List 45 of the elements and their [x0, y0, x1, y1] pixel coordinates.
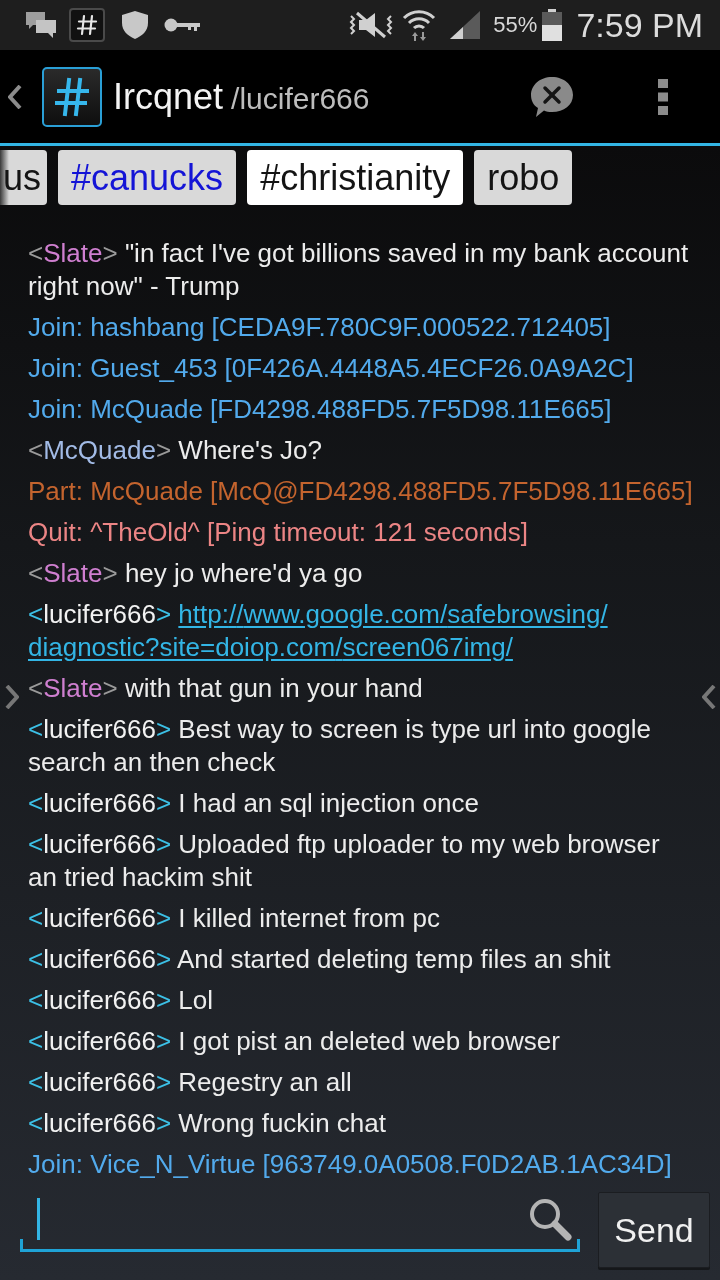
channel-tab[interactable]: #canucks: [58, 150, 237, 205]
app-icon[interactable]: [42, 66, 102, 127]
chat-message: <lucifer666> Best way to screen is type url into google search an then check: [28, 713, 652, 779]
chat-message: <lucifer666> Lol: [28, 984, 215, 1017]
chat-message: <lucifer666> Wrong fuckin chat: [28, 1107, 387, 1140]
clock-time: 7:59 PM: [576, 8, 703, 42]
chat-bubbles-icon: [25, 11, 57, 39]
overflow-menu-icon[interactable]: [658, 78, 668, 115]
join-notice: Join: hashbang [CEDA9F.780C9F.000522.712405]: [28, 311, 612, 344]
join-notice: Join: Vice_N_Virtue [963749.0A0508.F0D2AB.1AC34D]: [28, 1148, 673, 1181]
channel-tab[interactable]: us: [0, 150, 48, 205]
mute-vibrate-icon: [348, 10, 395, 40]
chat-message: <Slate> hey jo where'd ya go: [28, 557, 364, 590]
network-title: Ircqnet: [113, 75, 224, 118]
chat-message: <lucifer666> I killed internet from pc: [28, 902, 441, 935]
wifi-icon: [402, 8, 437, 42]
chat-message: <Slate> with that gun in your hand: [28, 672, 424, 705]
chat-message: <lucifer666> http://www.google.com/safebrowsing/diagnostic?site=doiop.com/screen067img/: [28, 598, 609, 664]
chat-message: <McQuade> Where's Jo?: [28, 434, 324, 467]
join-notice: Join: McQuade [FD4298.488FD5.7F5D98.11E665]: [28, 393, 613, 426]
chat-message: <lucifer666> I had an sql injection once: [28, 787, 480, 820]
part-notice: Part: McQuade [McQ@FD4298.488FD5.7F5D98.11E665]: [28, 475, 692, 508]
back-chevron-icon[interactable]: [8, 84, 22, 109]
chat-message: <lucifer666> And started deleting temp files an shit: [28, 943, 612, 976]
quit-notice: Quit: ^TheOld^ [Ping timeout: 121 seconds]: [28, 516, 529, 549]
chat-message: <lucifer666> Regestry an all: [28, 1066, 353, 1099]
channel-tab[interactable]: #christianity: [247, 150, 464, 205]
join-notice: Join: Guest_453 [0F426A.4448A5.4ECF26.0A9A2C]: [28, 352, 635, 385]
search-icon[interactable]: [528, 1196, 572, 1241]
chat-message: <lucifer666> I got pist an deleted web browser: [28, 1025, 561, 1058]
text-cursor-icon: [37, 1197, 40, 1240]
close-bubble-icon[interactable]: [529, 74, 575, 119]
hash-box-icon: [69, 8, 105, 42]
key-icon: [164, 17, 201, 33]
battery-icon: [542, 9, 563, 41]
channel-tab[interactable]: robo: [474, 150, 573, 205]
chat-message: <Slate> "in fact I've got billions saved in my bank account right now" - Trump: [28, 237, 690, 303]
chat-message: <lucifer666> Uploaded ftp uploader to my web browser an tried hackim shit: [28, 828, 661, 894]
chevron-right-icon[interactable]: [5, 684, 19, 709]
nickname-subtitle: /lucifer666: [231, 81, 370, 116]
send-button[interactable]: Send: [598, 1192, 710, 1268]
chevron-left-icon[interactable]: [702, 684, 716, 709]
shield-icon: [121, 10, 149, 40]
battery-percent: 55%: [493, 14, 538, 36]
signal-icon: [449, 10, 482, 40]
